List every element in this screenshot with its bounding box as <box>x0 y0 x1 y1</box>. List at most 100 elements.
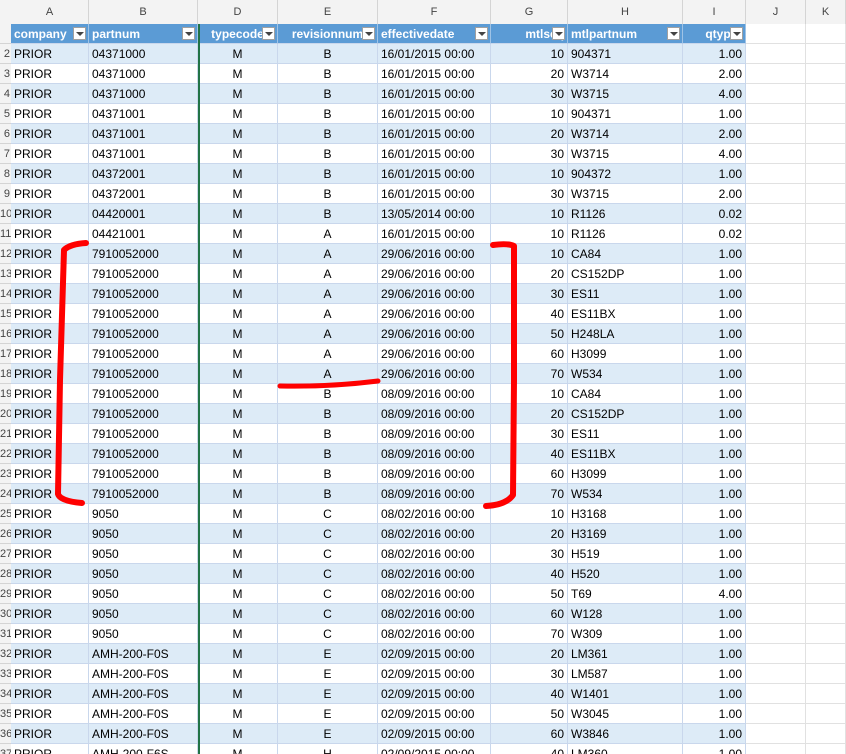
cell-effectivedate[interactable]: 16/01/2015 00:00 <box>378 224 491 244</box>
column-letter-e[interactable]: E <box>278 0 378 24</box>
cell-mtlpartnum[interactable]: ES11 <box>568 284 683 304</box>
cell-revisionnum[interactable]: C <box>278 504 378 524</box>
cell-revisionnum[interactable]: B <box>278 184 378 204</box>
cell-typecode[interactable]: M <box>198 404 278 424</box>
cell-typecode[interactable]: M <box>198 284 278 304</box>
column-letter-i[interactable]: I <box>683 0 746 24</box>
cell-effectivedate[interactable]: 08/09/2016 00:00 <box>378 404 491 424</box>
cell-effectivedate[interactable]: 08/02/2016 00:00 <box>378 564 491 584</box>
cell-company[interactable]: PRIOR <box>11 484 89 504</box>
cell-mtlseq[interactable]: 50 <box>491 704 568 724</box>
cell-effectivedate[interactable]: 08/02/2016 00:00 <box>378 524 491 544</box>
cell-effectivedate[interactable]: 29/06/2016 00:00 <box>378 304 491 324</box>
empty-cell[interactable] <box>806 584 846 604</box>
cell-typecode[interactable]: M <box>198 324 278 344</box>
cell-typecode[interactable]: M <box>198 204 278 224</box>
cell-revisionnum[interactable]: C <box>278 564 378 584</box>
cell-mtlpartnum[interactable]: CS152DP <box>568 404 683 424</box>
empty-cell[interactable] <box>806 244 846 264</box>
cell-qtyper[interactable]: 1.00 <box>683 744 746 754</box>
cell-effectivedate[interactable]: 08/09/2016 00:00 <box>378 464 491 484</box>
cell-typecode[interactable]: M <box>198 744 278 754</box>
cell-partnum[interactable]: 7910052000 <box>89 324 198 344</box>
cell-mtlpartnum[interactable]: 904371 <box>568 104 683 124</box>
cell-company[interactable]: PRIOR <box>11 424 89 444</box>
row-number[interactable]: 37 <box>0 744 11 754</box>
cell-company[interactable]: PRIOR <box>11 504 89 524</box>
cell-typecode[interactable]: M <box>198 504 278 524</box>
cell-mtlseq[interactable]: 20 <box>491 124 568 144</box>
cell-typecode[interactable]: M <box>198 224 278 244</box>
empty-cell[interactable] <box>806 364 846 384</box>
empty-cell[interactable] <box>806 724 846 744</box>
filter-dropdown-icon[interactable] <box>182 27 195 40</box>
cell-qtyper[interactable]: 1.00 <box>683 324 746 344</box>
cell-mtlseq[interactable]: 30 <box>491 144 568 164</box>
cell-qtyper[interactable]: 1.00 <box>683 104 746 124</box>
row-number[interactable]: 7 <box>0 144 11 164</box>
header-effectivedate[interactable]: effectivedate <box>378 24 491 44</box>
cell-effectivedate[interactable]: 02/09/2015 00:00 <box>378 704 491 724</box>
cell-revisionnum[interactable]: A <box>278 284 378 304</box>
row-number[interactable]: 11 <box>0 224 11 244</box>
empty-cell[interactable] <box>746 524 806 544</box>
cell-partnum[interactable]: 7910052000 <box>89 464 198 484</box>
empty-cell[interactable] <box>806 744 846 754</box>
cell-mtlpartnum[interactable]: 904372 <box>568 164 683 184</box>
cell-mtlpartnum[interactable]: ES11 <box>568 424 683 444</box>
filter-dropdown-icon[interactable] <box>73 27 86 40</box>
cell-typecode[interactable]: M <box>198 684 278 704</box>
cell-mtlpartnum[interactable]: ES11BX <box>568 444 683 464</box>
cell-company[interactable]: PRIOR <box>11 524 89 544</box>
cell-company[interactable]: PRIOR <box>11 604 89 624</box>
cell-revisionnum[interactable]: C <box>278 544 378 564</box>
cell-mtlseq[interactable]: 40 <box>491 304 568 324</box>
empty-cell[interactable] <box>806 224 846 244</box>
cell-qtyper[interactable]: 1.00 <box>683 544 746 564</box>
cell-typecode[interactable]: M <box>198 564 278 584</box>
cell-partnum[interactable]: 9050 <box>89 624 198 644</box>
empty-cell[interactable] <box>746 244 806 264</box>
cell-partnum[interactable]: 7910052000 <box>89 404 198 424</box>
cell-typecode[interactable]: M <box>198 364 278 384</box>
cell-revisionnum[interactable]: B <box>278 204 378 224</box>
row-number[interactable]: 25 <box>0 504 11 524</box>
row-number[interactable]: 19 <box>0 384 11 404</box>
cell-company[interactable]: PRIOR <box>11 464 89 484</box>
cell-revisionnum[interactable]: B <box>278 384 378 404</box>
cell-typecode[interactable]: M <box>198 384 278 404</box>
cell-mtlpartnum[interactable]: LM587 <box>568 664 683 684</box>
row-number[interactable]: 33 <box>0 664 11 684</box>
cell-mtlseq[interactable]: 20 <box>491 644 568 664</box>
cell-effectivedate[interactable]: 08/09/2016 00:00 <box>378 384 491 404</box>
empty-cell[interactable] <box>746 744 806 754</box>
cell-partnum[interactable]: 9050 <box>89 564 198 584</box>
row-number[interactable] <box>0 24 11 44</box>
cell-mtlseq[interactable]: 30 <box>491 284 568 304</box>
cell-qtyper[interactable]: 4.00 <box>683 584 746 604</box>
empty-cell[interactable] <box>806 664 846 684</box>
cell-company[interactable]: PRIOR <box>11 404 89 424</box>
cell-mtlseq[interactable]: 40 <box>491 744 568 754</box>
cell-partnum[interactable]: 7910052000 <box>89 264 198 284</box>
row-number[interactable]: 30 <box>0 604 11 624</box>
cell-mtlseq[interactable]: 10 <box>491 244 568 264</box>
cell-typecode[interactable]: M <box>198 164 278 184</box>
cell-mtlseq[interactable]: 10 <box>491 44 568 64</box>
cell-partnum[interactable]: 7910052000 <box>89 444 198 464</box>
cell-typecode[interactable]: M <box>198 84 278 104</box>
empty-cell[interactable] <box>746 544 806 564</box>
filter-dropdown-icon[interactable] <box>730 27 743 40</box>
cell-company[interactable]: PRIOR <box>11 124 89 144</box>
row-number[interactable]: 34 <box>0 684 11 704</box>
cell-mtlpartnum[interactable]: W3045 <box>568 704 683 724</box>
cell-company[interactable]: PRIOR <box>11 364 89 384</box>
cell-mtlseq[interactable]: 40 <box>491 564 568 584</box>
cell-mtlpartnum[interactable]: R1126 <box>568 204 683 224</box>
cell-effectivedate[interactable]: 08/02/2016 00:00 <box>378 584 491 604</box>
cell-mtlpartnum[interactable]: CA84 <box>568 244 683 264</box>
cell-revisionnum[interactable]: A <box>278 264 378 284</box>
cell-typecode[interactable]: M <box>198 544 278 564</box>
cell-effectivedate[interactable]: 16/01/2015 00:00 <box>378 124 491 144</box>
empty-cell[interactable] <box>806 324 846 344</box>
